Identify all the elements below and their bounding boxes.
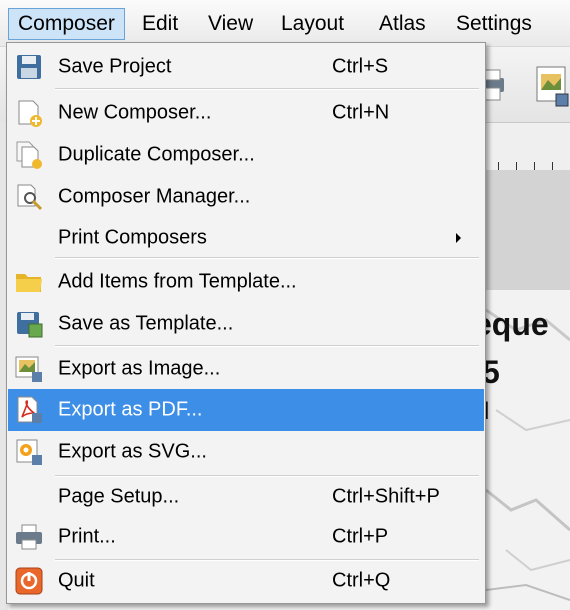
menu-item-export-pdf[interactable]: Export as PDF...	[8, 389, 484, 431]
menu-item-label: Export as Image...	[58, 357, 221, 380]
svg-icon	[16, 439, 42, 465]
menu-item-shortcut: Ctrl+P	[332, 525, 389, 548]
menu-atlas[interactable]: Atlas	[370, 8, 435, 40]
menu-separator	[55, 88, 479, 90]
menubar: Composer Edit View Layout Atlas Settings	[0, 0, 570, 47]
menu-item-shortcut: Ctrl+S	[332, 55, 389, 78]
menu-edit[interactable]: Edit	[133, 8, 187, 40]
composer-map-canvas[interactable]: eque 5 l	[486, 290, 570, 610]
menu-item-page-setup[interactable]: Page Setup... Ctrl+Shift+P	[8, 477, 484, 517]
menu-item-label: Print Composers	[58, 226, 207, 249]
menu-item-label: New Composer...	[58, 101, 212, 124]
map-text-fragment: l	[486, 398, 490, 425]
menu-item-new-composer[interactable]: New Composer... Ctrl+N	[8, 93, 484, 133]
menu-item-save-as-template[interactable]: Save as Template...	[8, 303, 484, 345]
menu-item-export-image[interactable]: Export as Image...	[8, 349, 484, 389]
printer-icon	[16, 524, 42, 550]
new-composer-icon	[18, 100, 42, 127]
menu-item-label: Quit	[58, 569, 95, 592]
menu-item-label: Save as Template...	[58, 312, 234, 335]
save-template-icon	[17, 312, 43, 338]
composer-menu: Save Project Ctrl+S New Composer... Ctrl…	[6, 42, 486, 604]
menu-item-shortcut: Ctrl+N	[332, 101, 390, 124]
composer-canvas-background	[486, 170, 570, 290]
menu-item-duplicate-composer[interactable]: Duplicate Composer...	[8, 135, 484, 175]
menu-item-label: Page Setup...	[58, 485, 180, 508]
menu-separator	[55, 345, 479, 347]
submenu-arrow-icon	[456, 233, 461, 243]
menu-item-add-items-from-template[interactable]: Add Items from Template...	[8, 261, 484, 303]
menu-item-label: Duplicate Composer...	[58, 143, 255, 166]
pdf-icon	[17, 396, 42, 423]
map-subtitle-fragment: 5	[486, 354, 500, 390]
menu-layout[interactable]: Layout	[272, 8, 353, 40]
composer-manager-icon	[17, 184, 43, 211]
menu-item-label: Composer Manager...	[58, 185, 251, 208]
quit-icon	[15, 567, 43, 595]
menu-composer[interactable]: Composer	[8, 8, 125, 40]
menu-item-export-svg[interactable]: Export as SVG...	[8, 431, 484, 473]
menu-item-label: Print...	[58, 525, 116, 548]
menu-item-composer-manager[interactable]: Composer Manager...	[8, 177, 484, 217]
menu-item-shortcut: Ctrl+Shift+P	[332, 485, 440, 508]
menu-item-quit[interactable]: Quit Ctrl+Q	[8, 561, 484, 601]
menu-item-label: Add Items from Template...	[58, 270, 297, 293]
menu-item-label: Export as PDF...	[58, 398, 203, 421]
menu-item-print[interactable]: Print... Ctrl+P	[8, 517, 484, 557]
save-icon	[17, 55, 41, 79]
menu-item-save-project[interactable]: Save Project Ctrl+S	[8, 47, 484, 87]
folder-icon	[16, 274, 42, 292]
export-image-icon	[15, 356, 42, 382]
menu-settings[interactable]: Settings	[447, 8, 541, 40]
ruler	[486, 124, 570, 171]
menu-item-label: Save Project	[58, 55, 172, 78]
menu-item-shortcut: Ctrl+Q	[332, 569, 391, 592]
map-title-fragment: eque	[486, 306, 549, 342]
duplicate-composer-icon	[16, 141, 42, 169]
menu-item-print-composers[interactable]: Print Composers	[8, 219, 484, 257]
menu-view[interactable]: View	[199, 8, 262, 40]
toolbar-export-image-icon[interactable]	[534, 64, 570, 108]
menu-separator	[55, 257, 479, 259]
menu-item-label: Export as SVG...	[58, 440, 207, 463]
